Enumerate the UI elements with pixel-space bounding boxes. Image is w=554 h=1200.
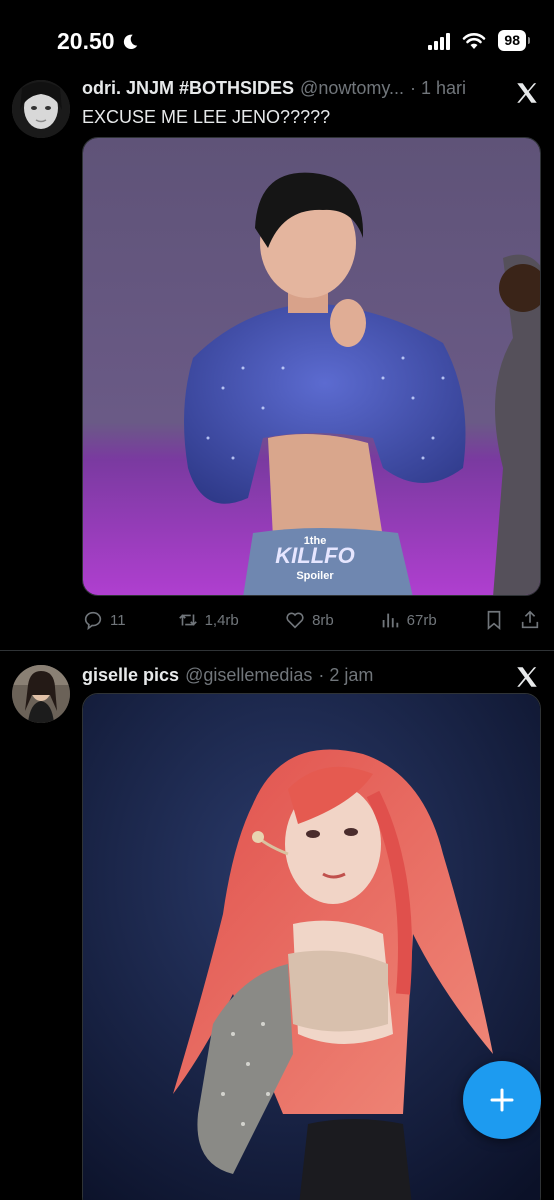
reply-icon [84, 611, 102, 631]
tweet-text: EXCUSE ME LEE JENO????? [82, 107, 331, 127]
bookmark-icon [487, 610, 501, 631]
timestamp: · 1 hari [410, 78, 467, 98]
tweet-1[interactable]: odri. JNJM #BOTHSIDES @nowtomy... · 1 ha… [0, 0, 554, 650]
username[interactable]: @gisellemedias [185, 665, 312, 686]
retweet-icon [178, 614, 197, 626]
like-button[interactable]: 8rb [284, 609, 379, 631]
media-caption-title: KILLFO [275, 543, 354, 568]
like-icon [286, 612, 304, 629]
reply-count: 11 [110, 611, 126, 629]
reply-button[interactable]: 11 [82, 609, 177, 631]
views-count: 67rb [406, 611, 437, 629]
tweet-header: giselle pics @gisellemedias · 2 jam [82, 665, 494, 686]
views-button[interactable]: 67rb [379, 609, 484, 631]
like-count: 8rb [312, 611, 334, 629]
tweet-media[interactable]: 1the KILLFO Spoiler [82, 137, 541, 596]
display-name[interactable]: giselle pics [82, 665, 179, 686]
tweet-actions: 11 1,4rb 8rb 67rb [82, 605, 541, 635]
avatar[interactable] [12, 80, 70, 138]
avatar[interactable] [12, 665, 70, 723]
media-caption-sub: Spoiler [296, 570, 334, 582]
compose-button[interactable] [463, 1061, 541, 1139]
timestamp: · 2 jam [318, 665, 374, 685]
retweet-count: 1,4rb [204, 611, 239, 629]
tweet-header: odri. JNJM #BOTHSIDES @nowtomy... · 1 ha… [82, 78, 494, 99]
share-icon [521, 610, 539, 629]
retweet-button[interactable]: 1,4rb [177, 609, 285, 631]
username[interactable]: @nowtomy... [300, 78, 404, 99]
display-name[interactable]: odri. JNJM #BOTHSIDES [82, 78, 294, 99]
x-logo-icon [517, 667, 537, 687]
views-icon [382, 613, 398, 628]
plus-icon [490, 1088, 514, 1112]
share-button[interactable] [519, 609, 541, 631]
x-logo-icon [517, 83, 537, 103]
bookmark-button[interactable] [483, 609, 519, 631]
